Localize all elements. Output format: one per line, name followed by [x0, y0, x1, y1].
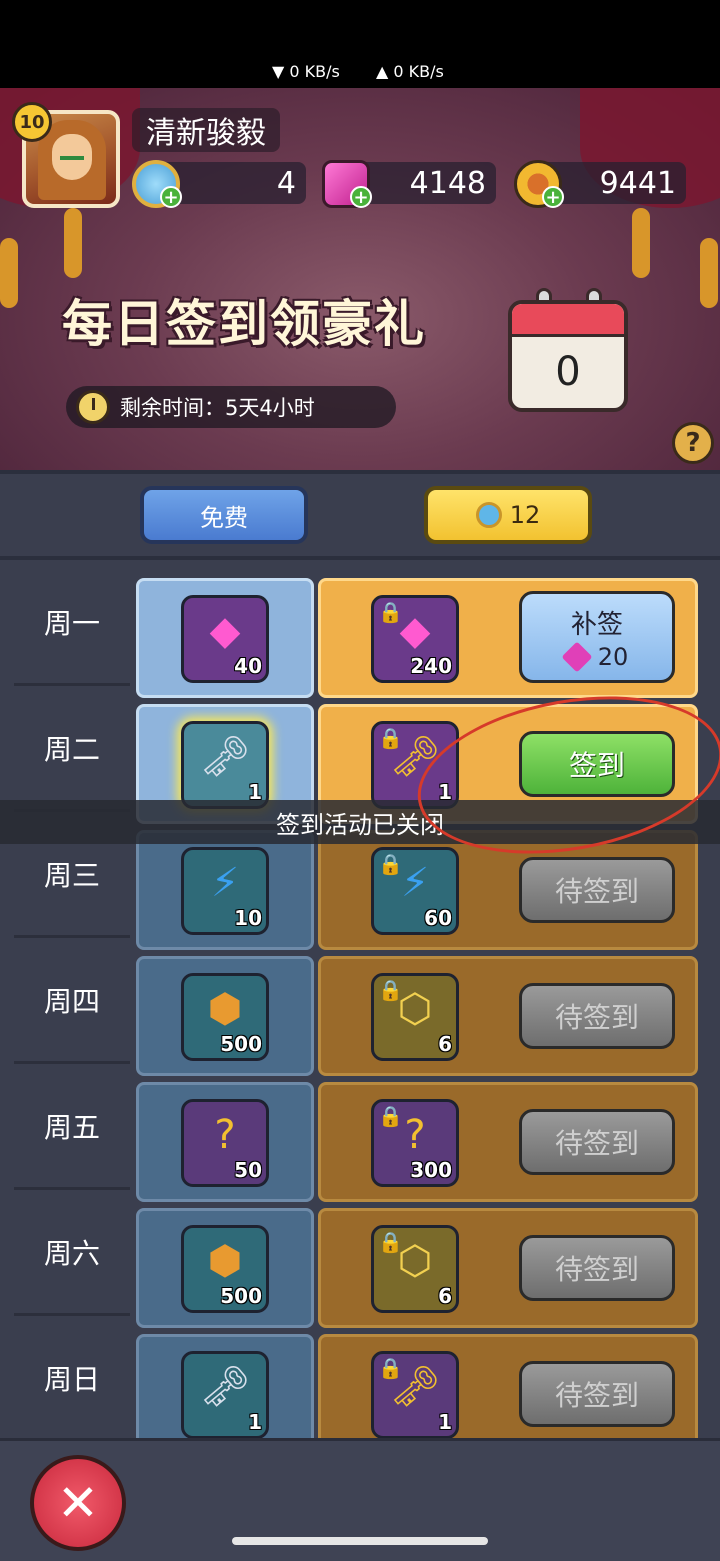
tassel [0, 238, 18, 308]
gold-value: 9441 [599, 165, 676, 201]
gold-coin-icon: ⬢ 500 [181, 1225, 269, 1313]
paid-reward-cell[interactable]: 🔒 ⬡ 6 待签到 [318, 1208, 698, 1328]
day-label: 周日 [14, 1316, 130, 1438]
pink-gem-icon [561, 640, 593, 673]
day-label: 周六 [14, 1190, 130, 1316]
mystery-puzzle-icon: ? 50 [181, 1099, 269, 1187]
reward-qty: 1 [248, 1410, 262, 1434]
pending-checkin-button[interactable]: 待签到 [519, 1109, 675, 1175]
free-reward-cell[interactable]: ⬢ 500 [136, 1208, 314, 1328]
add-gold-button[interactable]: + [542, 186, 564, 208]
reward-qty: 60 [424, 906, 452, 930]
event-header: 10 清新骏毅 4 + 4148 + 9441 + 每日签到领豪礼 剩余时间：5… [0, 88, 720, 470]
add-blue-coin-button[interactable]: + [160, 186, 182, 208]
pending-checkin-button[interactable]: 待签到 [519, 857, 675, 923]
day-label: 周四 [14, 938, 130, 1064]
reward-qty: 10 [234, 906, 262, 930]
free-reward-cell[interactable]: ◆ 40 [136, 578, 314, 698]
pink-gem-icon: ◆ 40 [181, 595, 269, 683]
download-speed: ▼ 0 KB/s [272, 62, 340, 81]
gold-crystal-icon: 🔒 ⬡ 6 [371, 973, 459, 1061]
paid-reward-cell[interactable]: 🔒 🗝 1 待签到 [318, 1334, 698, 1438]
paid-reward-cell[interactable]: 🔒 ◆ 240 补签 20 [318, 578, 698, 698]
pending-checkin-button[interactable]: 待签到 [519, 1361, 675, 1427]
tassel [64, 208, 82, 278]
checkin-row-sunday: 周日 🗝 1 🔒 🗝 1 待签到 [0, 1316, 720, 1438]
energy-bolt-icon: 🔒 ⚡ 60 [371, 847, 459, 935]
tab-paid[interactable]: 12 [424, 486, 592, 544]
player-name: 清新骏毅 [132, 108, 280, 152]
reward-qty: 50 [234, 1158, 262, 1182]
tab-free[interactable]: 免费 [140, 486, 308, 544]
day-label: 周一 [14, 560, 130, 686]
bottom-bar: ✕ [0, 1438, 720, 1561]
free-reward-cell[interactable]: ? 50 [136, 1082, 314, 1202]
pending-checkin-button[interactable]: 待签到 [519, 1235, 675, 1301]
checkin-list: 周一 ◆ 40 🔒 ◆ 240 补签 20 周二 🗝 1 🔒 🗝 1 签到 周三… [0, 560, 720, 1438]
energy-bolt-icon: ⚡ 10 [181, 847, 269, 935]
add-gem-button[interactable]: + [350, 186, 372, 208]
paid-tier-cost: 12 [509, 501, 541, 529]
checkin-count: 0 [555, 349, 581, 395]
checkin-row-monday: 周一 ◆ 40 🔒 ◆ 240 补签 20 [0, 560, 720, 698]
timer-text: 剩余时间：5天4小时 [120, 396, 315, 420]
avatar-eyes [60, 156, 84, 166]
calendar-header [512, 304, 624, 337]
mystery-puzzle-icon: 🔒 ? 300 [371, 1099, 459, 1187]
paid-reward-cell[interactable]: 🔒 ? 300 待签到 [318, 1082, 698, 1202]
pending-checkin-button[interactable]: 待签到 [519, 983, 675, 1049]
day-label: 周二 [14, 686, 130, 812]
reward-qty: 1 [438, 1410, 452, 1434]
paid-reward-cell[interactable]: 🔒 ⬡ 6 待签到 [318, 956, 698, 1076]
free-reward-cell[interactable]: ⚡ 10 [136, 830, 314, 950]
tassel [632, 208, 650, 278]
reward-qty: 500 [220, 1284, 262, 1308]
upload-speed: ▲ 0 KB/s [376, 62, 444, 81]
free-reward-cell[interactable]: ⬢ 500 [136, 956, 314, 1076]
makeup-cost-value: 20 [597, 642, 629, 671]
clock-icon [76, 390, 110, 424]
checkin-calendar: 0 [508, 300, 628, 412]
checkin-row-thursday: 周四 ⬢ 500 🔒 ⬡ 6 待签到 [0, 938, 720, 1076]
status-bar: ▼ 0 KB/s ▲ 0 KB/s [0, 0, 720, 88]
gold-crystal-icon: 🔒 ⬡ 6 [371, 1225, 459, 1313]
blue-coin-icon [475, 502, 502, 528]
makeup-checkin-button[interactable]: 补签 20 [519, 591, 675, 683]
reward-tier-bar: 免费 12 [0, 474, 720, 556]
reward-qty: 40 [234, 654, 262, 678]
makeup-cost: 20 [561, 640, 629, 673]
silver-key-icon: 🗝 1 [181, 721, 269, 809]
day-label: 周五 [14, 1064, 130, 1190]
home-indicator[interactable] [232, 1537, 488, 1545]
makeup-label: 补签 [570, 609, 623, 640]
reward-qty: 6 [438, 1284, 452, 1308]
reward-qty: 500 [220, 1032, 262, 1056]
close-button[interactable]: ✕ [30, 1455, 126, 1551]
gem-value: 4148 [409, 165, 486, 201]
pink-gem-icon: 🔒 ◆ 240 [371, 595, 459, 683]
level-badge: 10 [12, 102, 52, 142]
tassel [700, 238, 718, 308]
reward-qty: 300 [410, 1158, 452, 1182]
blue-coin-value: 4 [276, 165, 296, 201]
checkin-row-saturday: 周六 ⬢ 500 🔒 ⬡ 6 待签到 [0, 1190, 720, 1328]
silver-key-icon: 🗝 1 [181, 1351, 269, 1438]
event-title: 每日签到领豪礼 [62, 295, 426, 353]
free-reward-cell[interactable]: 🗝 1 [136, 1334, 314, 1438]
help-button[interactable]: ? [672, 422, 714, 464]
gold-key-icon: 🔒 🗝 1 [371, 1351, 459, 1438]
gold-coin-icon: ⬢ 500 [181, 973, 269, 1061]
reward-qty: 240 [410, 654, 452, 678]
event-timer: 剩余时间：5天4小时 [66, 386, 396, 428]
reward-qty: 6 [438, 1032, 452, 1056]
checkin-row-friday: 周五 ? 50 🔒 ? 300 待签到 [0, 1064, 720, 1202]
